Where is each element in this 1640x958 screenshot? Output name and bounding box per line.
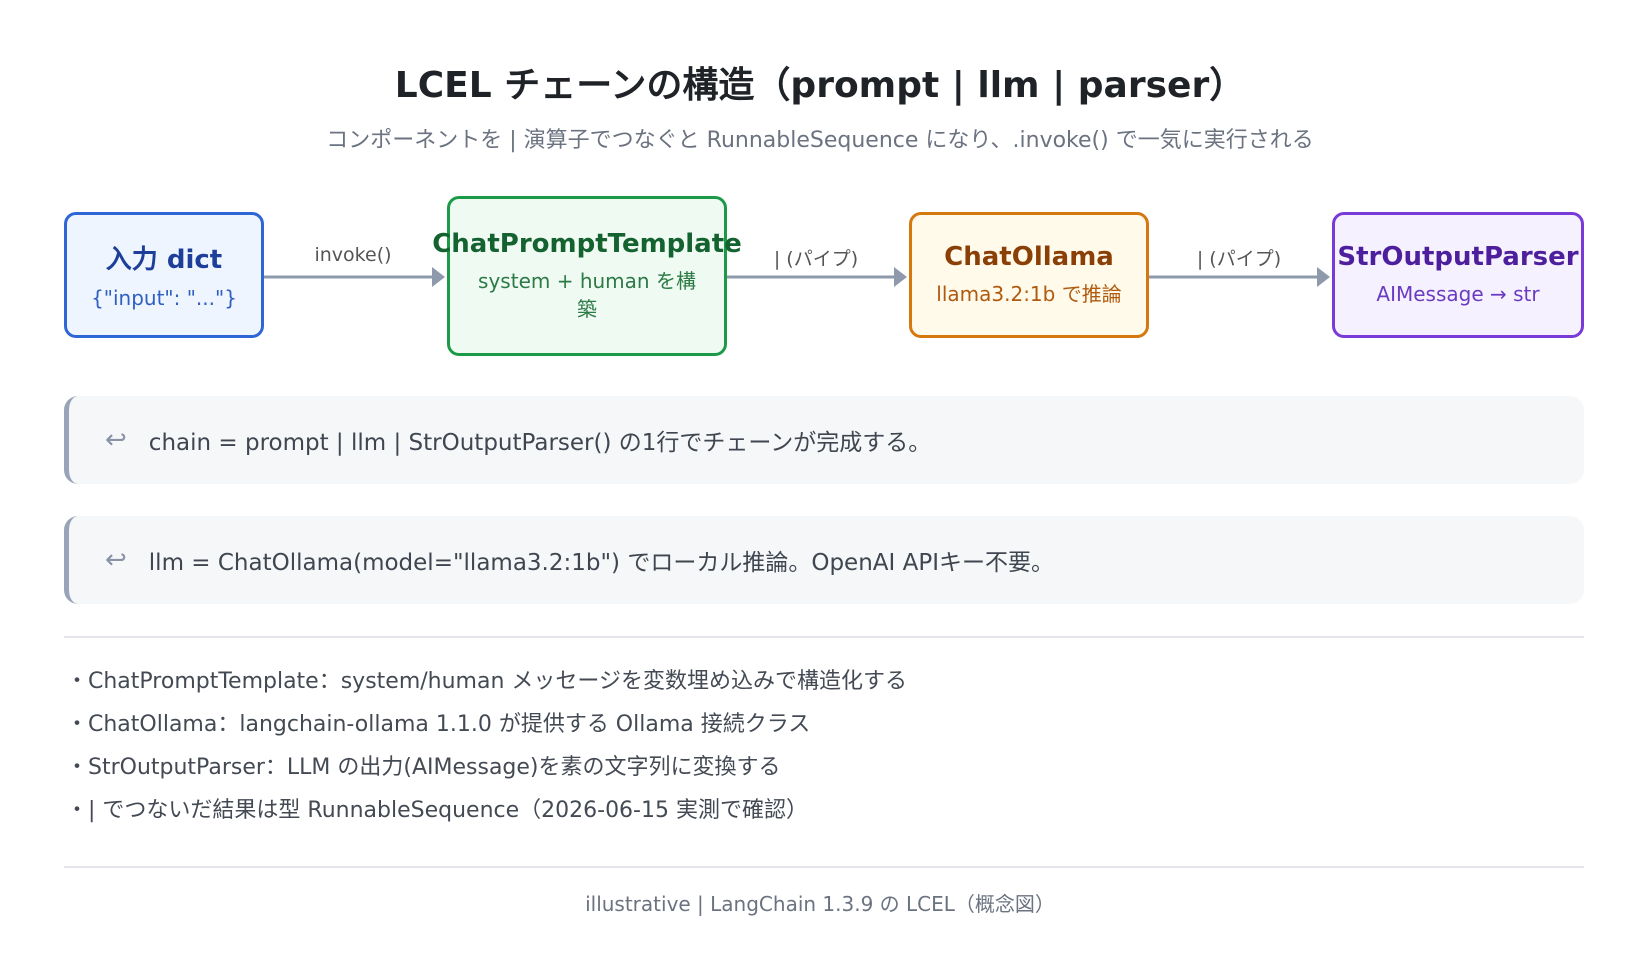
node-input-dict: 入力 dict {"input": "..."} bbox=[64, 212, 264, 338]
edge-label-pipe-1: | (パイプ) bbox=[773, 248, 859, 270]
list-item: ・| でつないだ結果は型 RunnableSequence（2026-06-15… bbox=[66, 798, 808, 823]
callout-text: chain = prompt | llm | StrOutputParser()… bbox=[148, 430, 932, 456]
list-item: ・ChatOllama：langchain-ollama 1.1.0 が提供する… bbox=[66, 712, 811, 737]
footer-divider bbox=[64, 866, 1584, 868]
list-item: ・ChatPromptTemplate：system/human メッセージを変… bbox=[66, 669, 907, 694]
list-item: ・StrOutputParser：LLM の出力(AIMessage)を素の文字… bbox=[66, 755, 781, 780]
node-subtitle: llama3.2:1b で推論 bbox=[936, 282, 1122, 306]
footer-caption: illustrative | LangChain 1.3.9 の LCEL（概念… bbox=[585, 892, 1055, 916]
callout-note-chain: ↩ chain = prompt | llm | StrOutputParser… bbox=[64, 396, 1584, 484]
node-str-output-parser: StrOutputParser AIMessage → str bbox=[1332, 212, 1584, 338]
node-chat-prompt-template: ChatPromptTemplate system + human を構築 bbox=[432, 196, 742, 356]
return-arrow-icon: ↩ bbox=[105, 545, 127, 575]
node-title: StrOutputParser bbox=[1337, 242, 1579, 272]
node-chat-ollama: ChatOllama llama3.2:1b で推論 bbox=[909, 212, 1149, 338]
node-title: 入力 dict bbox=[105, 244, 223, 275]
chain-diagram: invoke() | (パイプ) | (パイプ) 入力 dict {"input… bbox=[0, 180, 1640, 370]
edge-label-invoke: invoke() bbox=[314, 244, 392, 266]
page-title: LCEL チェーンの構造（prompt | llm | parser） bbox=[394, 65, 1246, 106]
node-subtitle: system + human を構築 bbox=[478, 269, 696, 321]
callout-note-llm: ↩ llm = ChatOllama(model="llama3.2:1b") … bbox=[64, 516, 1584, 604]
callout-text: llm = ChatOllama(model="llama3.2:1b") でロ… bbox=[148, 550, 1054, 576]
return-arrow-icon: ↩ bbox=[105, 425, 127, 455]
node-subtitle: AIMessage → str bbox=[1376, 282, 1540, 306]
node-subtitle: {"input": "..."} bbox=[91, 285, 237, 310]
edge-input-to-prompt bbox=[264, 267, 445, 287]
page-subtitle: コンポーネントを | 演算子でつなぐと RunnableSequence になり… bbox=[326, 128, 1314, 153]
node-title: ChatOllama bbox=[944, 242, 1114, 272]
edge-label-pipe-2: | (パイプ) bbox=[1196, 248, 1282, 270]
bullet-list: ・ChatPromptTemplate：system/human メッセージを変… bbox=[66, 660, 1566, 832]
node-title: ChatPromptTemplate bbox=[432, 229, 742, 259]
section-divider bbox=[64, 636, 1584, 638]
